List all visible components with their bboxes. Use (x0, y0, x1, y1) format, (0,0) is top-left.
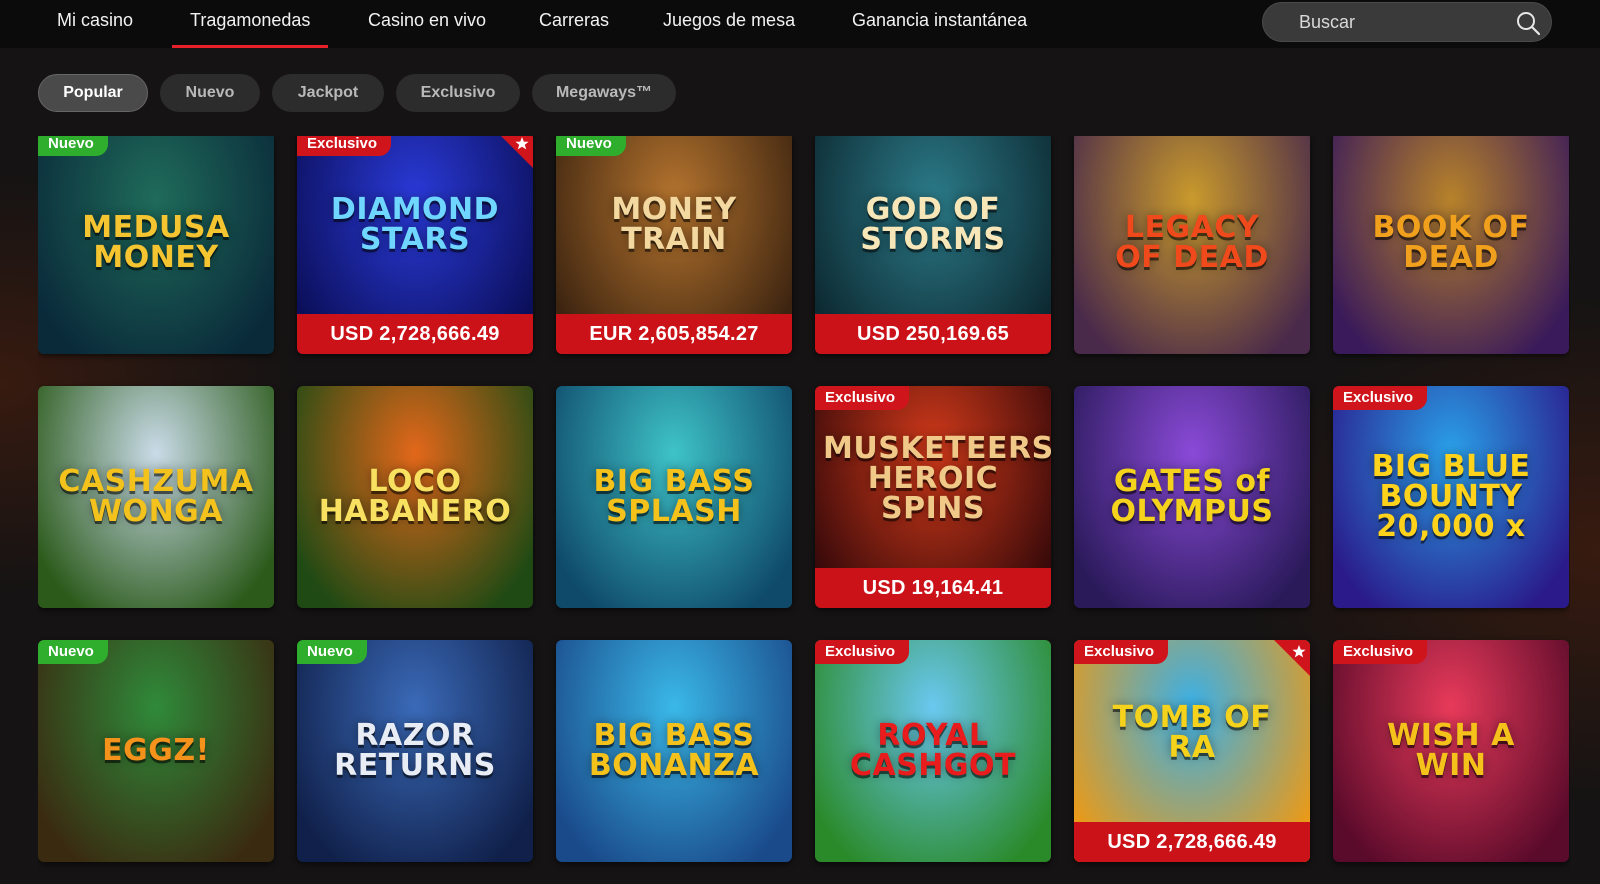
game-tile[interactable]: BIG BASS SPLASH (556, 386, 792, 608)
game-title: LOCO HABANERO (318, 464, 512, 529)
jackpot-amount: EUR 2,605,854.27 (556, 314, 792, 354)
game-title: BIG BASS BONANZA (588, 718, 760, 783)
star-corner-icon (1274, 640, 1310, 676)
filter-jackpot[interactable]: Jackpot (272, 74, 384, 112)
game-title: GOD OF STORMS (860, 192, 1006, 257)
badge-exclusive: Exclusivo (1333, 386, 1428, 410)
game-title: MUSKETEERS HEROIC SPINS (823, 431, 1051, 526)
game-tile[interactable]: EGGZ! Nuevo (38, 640, 274, 862)
nav-tragamonedas[interactable]: Tragamonedas (171, 0, 329, 48)
nav-carreras[interactable]: Carreras (539, 0, 609, 48)
game-tile[interactable]: GOD OF STORMS USD 250,169.65 (815, 136, 1051, 354)
filter-megaways[interactable]: Megaways™ (532, 74, 676, 112)
game-title: DIAMOND STARS (330, 192, 500, 257)
filter-popular[interactable]: Popular (38, 74, 148, 112)
nav-mi-casino[interactable]: Mi casino (57, 0, 133, 48)
game-tile[interactable]: MEDUSA MONEY Nuevo (38, 136, 274, 354)
nav-casino-en-vivo[interactable]: Casino en vivo (368, 0, 486, 48)
game-title: WISH A WIN (1387, 718, 1515, 783)
game-title: GATES of OLYMPUS (1110, 464, 1274, 529)
game-title: MEDUSA MONEY (82, 210, 230, 275)
star-corner-icon (501, 136, 533, 168)
game-title: CASHZUMA WONGA (58, 464, 254, 529)
game-title: RAZOR RETURNS (334, 718, 496, 783)
game-tile[interactable]: GATES of OLYMPUS (1074, 386, 1310, 608)
game-grid: MEDUSA MONEY Nuevo DIAMOND STARS Exclusivo U… (38, 136, 1570, 884)
game-tile[interactable]: MONEY TRAIN Nuevo EUR 2,605,854.27 (556, 136, 792, 354)
badge-exclusive: Exclusivo (815, 386, 910, 410)
game-title: TOMB OF RA (1112, 700, 1272, 765)
game-tile[interactable]: TOMB OF RA Exclusivo USD 2,728,666.49 (1074, 640, 1310, 862)
game-tile[interactable]: BIG BLUE BOUNTY 20,000 x Exclusivo (1333, 386, 1569, 608)
nav-juegos-de-mesa[interactable]: Juegos de mesa (663, 0, 795, 48)
badge-new: Nuevo (556, 136, 626, 156)
game-title: ROYAL CASHGOT (849, 718, 1017, 783)
game-tile[interactable]: CASHZUMA WONGA (38, 386, 274, 608)
jackpot-amount: USD 250,169.65 (815, 314, 1051, 354)
game-tile[interactable]: LEGACY OF DEAD (1074, 136, 1310, 354)
game-tile[interactable]: WISH A WIN Exclusivo (1333, 640, 1569, 862)
game-title: EGGZ! (102, 733, 210, 768)
search-input[interactable] (1299, 3, 1509, 41)
jackpot-amount: USD 2,728,666.49 (297, 314, 533, 354)
jackpot-amount: USD 19,164.41 (815, 568, 1051, 608)
badge-exclusive: Exclusivo (1333, 640, 1428, 664)
game-tile[interactable]: MUSKETEERS HEROIC SPINS Exclusivo USD 19,1… (815, 386, 1051, 608)
search-box[interactable] (1262, 2, 1552, 42)
game-tile[interactable]: DIAMOND STARS Exclusivo USD 2,728,666.49 (297, 136, 533, 354)
badge-exclusive: Exclusivo (1074, 640, 1169, 664)
game-tile[interactable]: BIG BASS BONANZA (556, 640, 792, 862)
badge-exclusive: Exclusivo (297, 136, 392, 156)
game-title: MONEY TRAIN (611, 192, 737, 257)
filter-nuevo[interactable]: Nuevo (160, 74, 260, 112)
badge-new: Nuevo (297, 640, 367, 664)
badge-exclusive: Exclusivo (815, 640, 910, 664)
badge-new: Nuevo (38, 136, 108, 156)
game-tile[interactable]: ROYAL CASHGOT Exclusivo (815, 640, 1051, 862)
badge-new: Nuevo (38, 640, 108, 664)
filter-exclusivo[interactable]: Exclusivo (396, 74, 520, 112)
search-icon[interactable] (1515, 10, 1541, 36)
game-title: BIG BASS SPLASH (593, 464, 755, 529)
game-tile[interactable]: RAZOR RETURNS Nuevo (297, 640, 533, 862)
game-title: LEGACY OF DEAD (1115, 210, 1269, 275)
game-title: BIG BLUE BOUNTY 20,000 x (1371, 449, 1531, 544)
top-navigation: Mi casino Tragamonedas Casino en vivo Ca… (0, 0, 1600, 48)
game-tile[interactable]: BOOK OF DEAD (1333, 136, 1569, 354)
game-title: BOOK OF DEAD (1372, 210, 1530, 275)
jackpot-amount: USD 2,728,666.49 (1074, 822, 1310, 862)
nav-ganancia-instantanea[interactable]: Ganancia instantánea (852, 0, 1027, 48)
game-tile[interactable]: LOCO HABANERO (297, 386, 533, 608)
